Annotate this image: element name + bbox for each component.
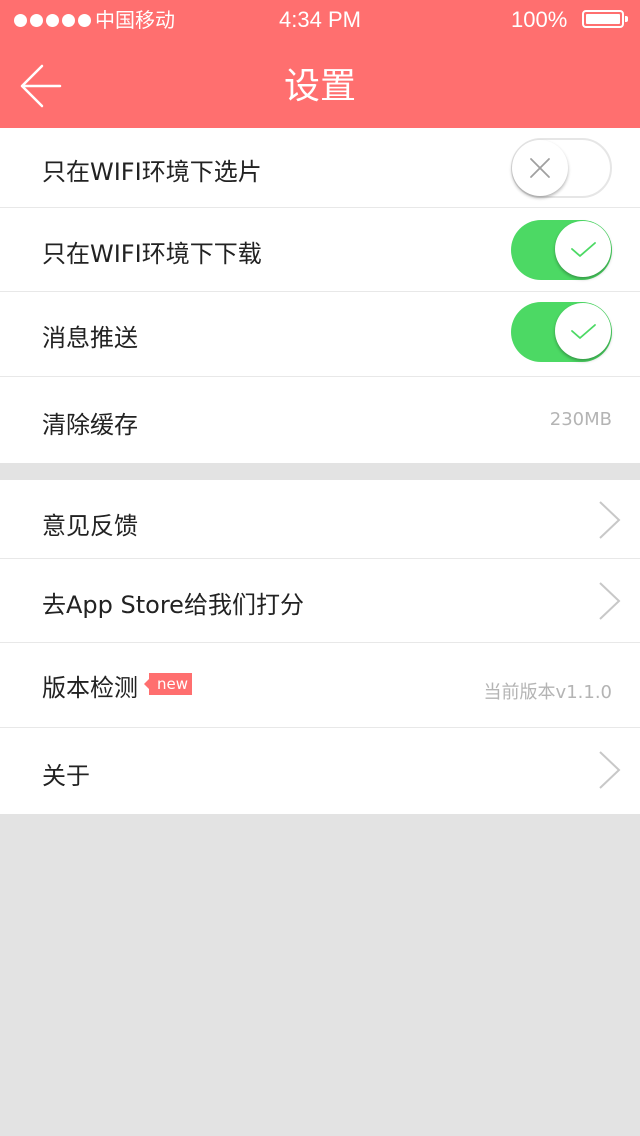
battery-percent: 100% xyxy=(511,7,568,32)
setting-row-clear-cache[interactable]: 清除缓存 230MB xyxy=(0,377,640,463)
wifi-select-toggle[interactable] xyxy=(511,138,612,198)
close-icon xyxy=(530,158,550,178)
battery-icon xyxy=(582,10,628,28)
toggle-knob xyxy=(555,303,611,359)
check-icon xyxy=(571,324,596,339)
cache-size: 230MB xyxy=(549,409,612,430)
setting-row-about[interactable]: 关于 xyxy=(0,728,640,814)
page-title: 设置 xyxy=(283,66,356,107)
setting-label: 消息推送 xyxy=(42,324,138,352)
chevron-right-icon xyxy=(599,582,621,620)
nav-bar: 中国移动 4:34 PM 100% 设置 xyxy=(0,0,640,128)
setting-row-version-check[interactable]: 版本检测 new 当前版本v1.1.0 xyxy=(0,643,640,728)
setting-row-wifi-download: 只在WIFI环境下下载 xyxy=(0,208,640,292)
check-icon xyxy=(571,242,596,257)
toggle-knob xyxy=(512,140,568,196)
settings-group-2: 意见反馈 去App Store给我们打分 版本检测 new 当前版本v1.1.0… xyxy=(0,480,640,814)
status-bar: 中国移动 4:34 PM 100% xyxy=(0,0,640,40)
setting-label: 去App Store给我们打分 xyxy=(42,591,304,619)
chevron-right-icon xyxy=(599,501,621,539)
current-version: 当前版本v1.1.0 xyxy=(483,682,612,703)
wifi-download-toggle[interactable] xyxy=(511,220,612,280)
toggle-knob xyxy=(555,221,611,277)
chevron-right-icon xyxy=(599,751,621,789)
setting-label: 关于 xyxy=(42,762,90,790)
setting-label: 只在WIFI环境下选片 xyxy=(42,158,262,186)
setting-label: 版本检测 xyxy=(42,674,138,702)
new-badge: new xyxy=(143,673,193,695)
setting-label: 清除缓存 xyxy=(42,411,138,439)
setting-label: 意见反馈 xyxy=(42,512,138,540)
push-notification-toggle[interactable] xyxy=(511,302,612,362)
setting-row-push: 消息推送 xyxy=(0,292,640,377)
setting-row-feedback[interactable]: 意见反馈 xyxy=(0,480,640,559)
setting-row-rate-app[interactable]: 去App Store给我们打分 xyxy=(0,559,640,643)
settings-group-1: 只在WIFI环境下选片 只在WIFI环境下下载 消息推送 清除缓存 230MB xyxy=(0,128,640,463)
setting-label: 只在WIFI环境下下载 xyxy=(42,240,262,268)
setting-row-wifi-select: 只在WIFI环境下选片 xyxy=(0,128,640,208)
